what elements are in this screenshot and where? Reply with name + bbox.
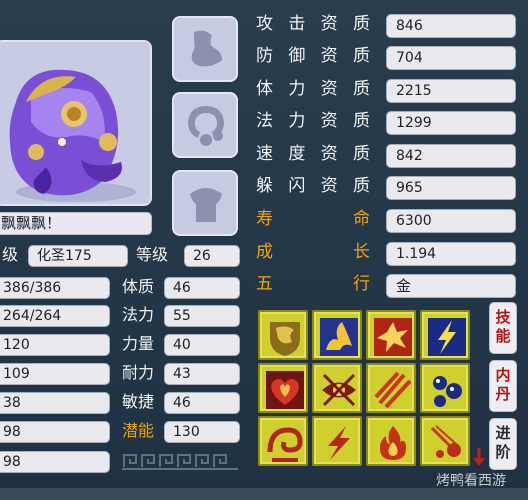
- potential-label: 潜能: [122, 421, 155, 440]
- strength-value: 40: [164, 334, 240, 356]
- pet-name-field[interactable]: 飘飘飘！: [0, 212, 152, 235]
- dodge-value: 98: [0, 451, 110, 473]
- attack-value: 120: [0, 334, 110, 356]
- level-label: 级: [2, 245, 19, 264]
- attack-aptitude-value: 846: [386, 14, 516, 38]
- pet-portrait: [0, 40, 152, 206]
- skill-slot-11[interactable]: [366, 416, 416, 466]
- heart-flame-icon: [266, 371, 304, 409]
- skill-slot-3[interactable]: [366, 310, 416, 360]
- explosion-icon: [374, 318, 412, 356]
- skill-slot-10[interactable]: [312, 416, 362, 466]
- strength-label: 力量: [122, 334, 155, 353]
- equip-slot-3[interactable]: [172, 170, 238, 236]
- boot-slot-icon: [191, 30, 222, 67]
- growth-label: 成长: [256, 242, 370, 262]
- fire-icon: [380, 426, 406, 460]
- mp-value: 264/264: [0, 305, 110, 327]
- armor-slot-icon: [190, 188, 222, 222]
- equip-slot-2[interactable]: [172, 92, 238, 158]
- inner-core-button[interactable]: 内丹: [489, 360, 517, 412]
- arrow-down-icon[interactable]: [472, 446, 486, 468]
- spirit-value: 98: [0, 421, 110, 443]
- constitution-label: 体质: [122, 277, 155, 296]
- flame-wave-icon: [320, 318, 358, 356]
- skill-slot-5[interactable]: [258, 363, 308, 413]
- stamina-aptitude-label: 体力资质: [256, 79, 370, 99]
- defense-aptitude-value: 704: [386, 46, 516, 70]
- element-value: 金: [386, 274, 516, 298]
- watermark: 烤鸭看西游: [436, 473, 506, 489]
- magic-aptitude-value: 1299: [386, 111, 516, 135]
- magic-value: 55: [164, 305, 240, 327]
- magic-label: 法力: [122, 305, 155, 324]
- lifespan-label: 寿命: [256, 209, 370, 229]
- magic-aptitude-label: 法力资质: [256, 111, 370, 131]
- endurance-value: 43: [164, 363, 240, 385]
- growth-value: 1.194: [386, 242, 516, 266]
- lifespan-value: 6300: [386, 209, 516, 233]
- skill-slot-12[interactable]: [420, 416, 470, 466]
- defense-value: 109: [0, 363, 110, 385]
- purple-lion-pet-image: [9, 69, 136, 202]
- meteor-icon: [430, 425, 461, 458]
- orbs-icon: [433, 376, 462, 407]
- decorative-key-pattern: [122, 454, 238, 470]
- skill-slot-9[interactable]: [258, 416, 308, 466]
- pet-attribute-panel: 飘飘飘！ 级 化圣175 等级 26 386/386 体质 46 264/264…: [0, 0, 528, 500]
- skill-slot-1[interactable]: [258, 310, 308, 360]
- skill-slot-8[interactable]: [420, 363, 470, 413]
- defense-aptitude-label: 防御资质: [256, 46, 370, 66]
- skill-slot-6[interactable]: [312, 363, 362, 413]
- lightning-icon: [428, 318, 466, 356]
- dodge-aptitude-value: 965: [386, 176, 516, 200]
- skill-slot-7[interactable]: [366, 363, 416, 413]
- hp-value: 386/386: [0, 277, 110, 299]
- agility-label: 敏捷: [122, 392, 155, 411]
- level-value: 化圣175: [28, 245, 128, 267]
- skills-button[interactable]: 技能: [489, 302, 517, 354]
- wind-swirl-icon: [267, 427, 303, 462]
- eye-sigil-icon: [322, 373, 356, 407]
- skill-slot-2[interactable]: [312, 310, 362, 360]
- grade-value: 26: [184, 245, 240, 267]
- attack-aptitude-label: 攻击资质: [256, 14, 370, 34]
- dodge-aptitude-label: 躲闪资质: [256, 176, 370, 196]
- endurance-label: 耐力: [122, 363, 155, 382]
- speed-aptitude-label: 速度资质: [256, 144, 370, 164]
- potential-value: 130: [164, 421, 240, 443]
- equip-slot-1[interactable]: [172, 16, 238, 82]
- collar-slot-icon: [188, 106, 224, 146]
- agility-value: 46: [164, 392, 240, 414]
- skill-slot-4[interactable]: [420, 310, 470, 360]
- constitution-value: 46: [164, 277, 240, 299]
- grade-label: 等级: [136, 245, 169, 264]
- lightning-bolt-icon: [328, 426, 350, 460]
- speed-value: 38: [0, 392, 110, 414]
- speed-aptitude-value: 842: [386, 144, 516, 168]
- element-label: 五行: [256, 274, 370, 294]
- triple-slash-icon: [374, 371, 412, 409]
- advance-button[interactable]: 进阶: [489, 418, 517, 470]
- shield-swirl-icon: [270, 322, 300, 356]
- stamina-aptitude-value: 2215: [386, 79, 516, 103]
